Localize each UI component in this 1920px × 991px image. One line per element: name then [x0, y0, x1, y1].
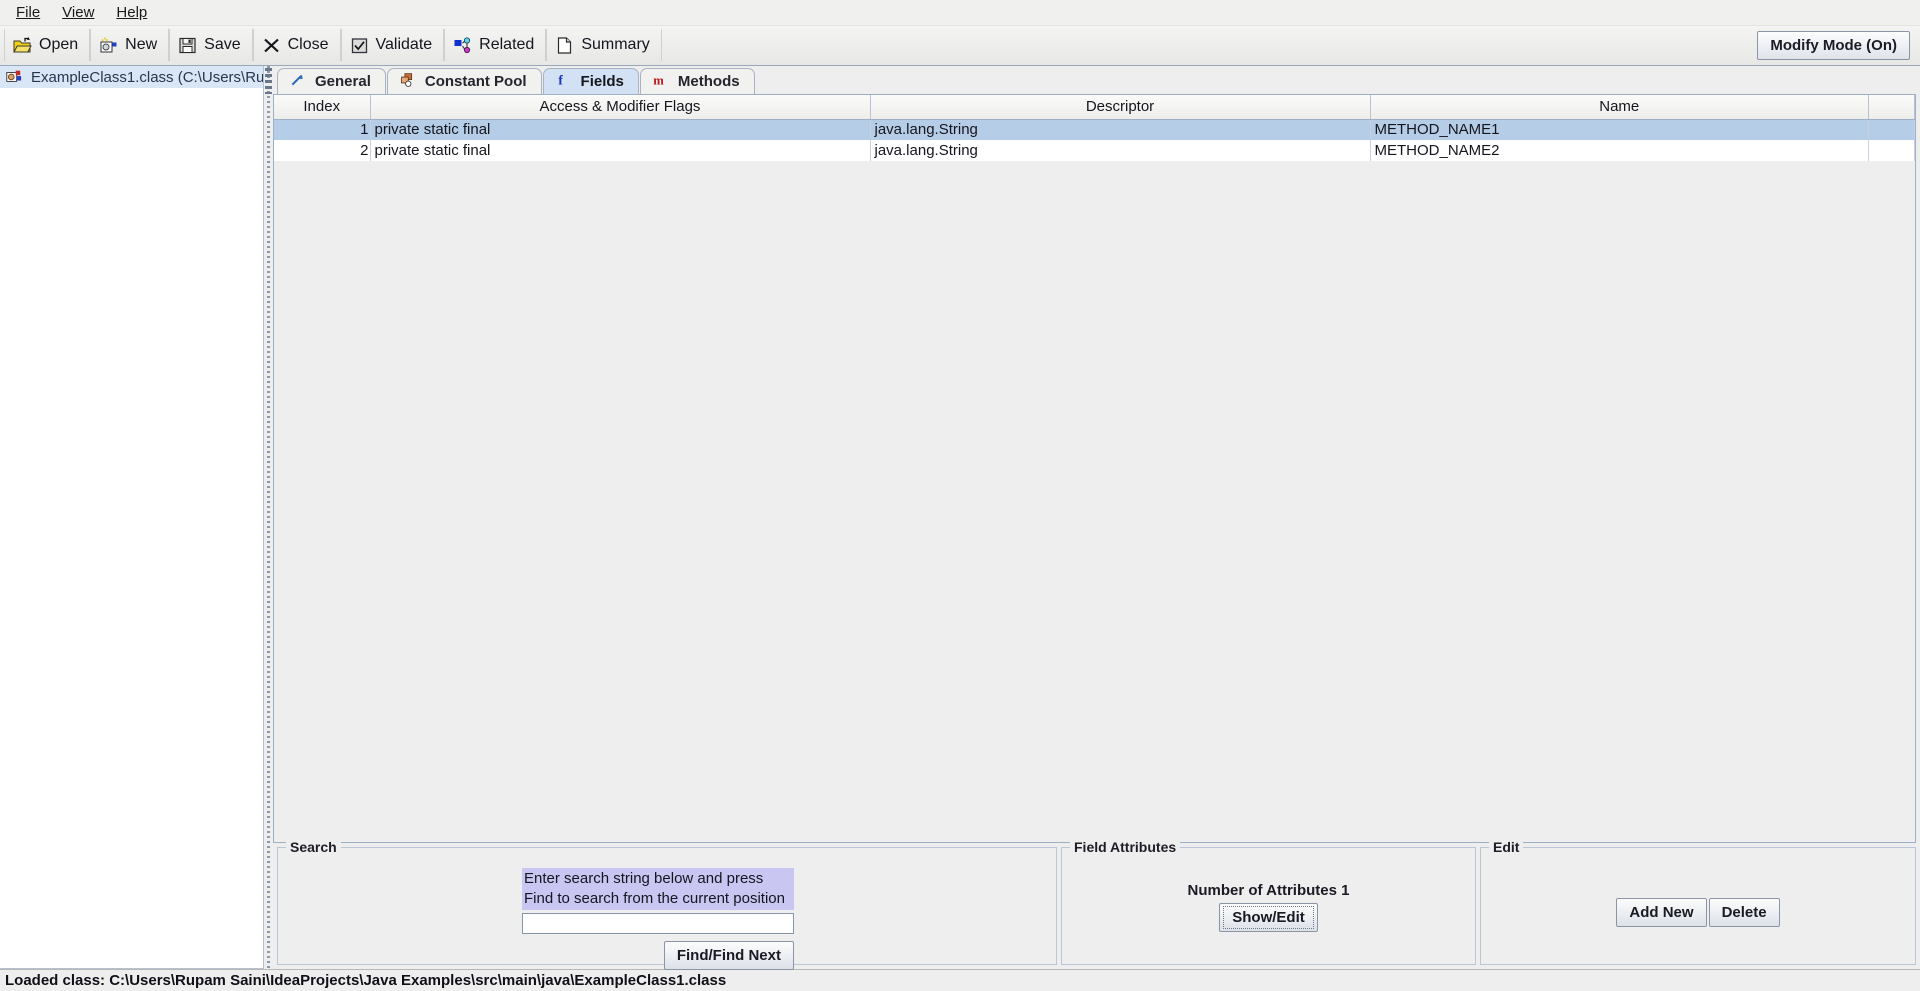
- show-edit-button[interactable]: Show/Edit: [1219, 903, 1318, 932]
- tab-general-label: General: [315, 73, 371, 90]
- tree-item-exampleclass1[interactable]: ExampleClass1.class (C:\Users\Ru: [0, 66, 263, 88]
- cell-name: METHOD_NAME2: [1370, 140, 1869, 161]
- cell-name: METHOD_NAME1: [1370, 119, 1869, 140]
- attributes-count-label: Number of Attributes 1: [1187, 882, 1350, 899]
- cell-pad: [1868, 119, 1915, 140]
- field-attributes-panel-title: Field Attributes: [1070, 839, 1181, 855]
- menu-item-file-label: File: [16, 4, 41, 21]
- arrow-up-right-icon: [289, 72, 308, 91]
- menu-item-file[interactable]: File: [6, 2, 52, 23]
- open-button-label: Open: [39, 36, 79, 53]
- related-button[interactable]: Related: [444, 29, 547, 61]
- open-folder-icon: [13, 36, 32, 55]
- related-button-label: Related: [479, 36, 535, 53]
- menu-item-help-label: Help: [116, 4, 148, 21]
- column-header-name[interactable]: Name: [1370, 95, 1869, 120]
- validate-button[interactable]: Validate: [340, 29, 445, 61]
- menu-item-view-label: View: [62, 4, 95, 21]
- menu-item-help[interactable]: Help: [106, 2, 159, 23]
- add-new-button[interactable]: Add New: [1616, 898, 1707, 927]
- cell-index: 2: [274, 140, 371, 161]
- status-bar: Loaded class: C:\Users\Rupam Saini\IdeaP…: [0, 969, 1920, 991]
- table-header-row: Index Access & Modifier Flags Descriptor…: [274, 95, 1915, 120]
- column-header-flags[interactable]: Access & Modifier Flags: [370, 95, 871, 120]
- tab-fields[interactable]: f Fields: [542, 68, 639, 94]
- svg-text:m: m: [653, 74, 664, 88]
- document-page-icon: [555, 36, 574, 55]
- class-file-icon: [5, 68, 24, 87]
- cell-descriptor: java.lang.String: [870, 140, 1371, 161]
- new-class-icon: [99, 36, 118, 55]
- tree-item-label: ExampleClass1.class (C:\Users\Ru: [31, 68, 264, 86]
- save-button[interactable]: Save: [169, 29, 253, 61]
- main-body: ExampleClass1.class (C:\Users\Ru General…: [0, 66, 1920, 970]
- cell-descriptor: java.lang.String: [870, 119, 1371, 140]
- application-window: File View Help Open New Save Close Valid…: [0, 0, 1920, 991]
- tab-methods[interactable]: m Methods: [639, 68, 755, 94]
- search-input[interactable]: [522, 913, 794, 934]
- column-header-descriptor[interactable]: Descriptor: [870, 95, 1371, 120]
- splitter-dots: [267, 66, 270, 969]
- find-find-next-button[interactable]: Find/Find Next: [663, 941, 794, 970]
- checkbox-check-icon: [350, 36, 369, 55]
- cell-index: 1: [274, 119, 371, 140]
- fields-table: Index Access & Modifier Flags Descriptor…: [274, 95, 1915, 161]
- bottom-panels: Search Enter search string below and pre…: [273, 839, 1916, 970]
- summary-button[interactable]: Summary: [546, 29, 662, 61]
- constant-pool-icon: [399, 72, 418, 91]
- table-row[interactable]: 2 private static final java.lang.String …: [274, 140, 1915, 161]
- close-x-icon: [262, 36, 281, 55]
- search-tooltip: Enter search string below and press Find…: [522, 868, 794, 910]
- delete-button[interactable]: Delete: [1708, 898, 1780, 927]
- close-button-label: Close: [287, 36, 329, 53]
- column-header-pad: [1868, 95, 1915, 120]
- search-panel-content: Enter search string below and press Find…: [278, 858, 1056, 970]
- related-nodes-icon: [453, 36, 472, 55]
- table-empty-area: [274, 161, 1915, 842]
- open-button[interactable]: Open: [4, 29, 91, 61]
- splitter-grip[interactable]: [265, 68, 272, 94]
- tab-methods-label: Methods: [677, 73, 740, 90]
- class-tree-pane: ExampleClass1.class (C:\Users\Ru: [0, 66, 264, 969]
- fields-table-container: Index Access & Modifier Flags Descriptor…: [273, 94, 1916, 843]
- status-bar-text: Loaded class: C:\Users\Rupam Saini\IdeaP…: [5, 972, 727, 989]
- new-button-label: New: [125, 36, 158, 53]
- table-row[interactable]: 1 private static final java.lang.String …: [274, 119, 1915, 140]
- search-panel-title: Search: [286, 839, 341, 855]
- cell-flags: private static final: [370, 140, 871, 161]
- edit-panel-content: Add New Delete: [1481, 858, 1915, 927]
- svg-text:f: f: [558, 73, 563, 88]
- find-button-row: Find/Find Next: [522, 941, 794, 970]
- edit-panel: Edit Add New Delete: [1480, 839, 1916, 965]
- detail-pane: General Constant Pool f Fields m Methods…: [273, 66, 1920, 970]
- summary-button-label: Summary: [581, 36, 650, 53]
- search-panel: Search Enter search string below and pre…: [277, 839, 1057, 970]
- modify-mode-button[interactable]: Modify Mode (On): [1757, 30, 1910, 60]
- close-button[interactable]: Close: [252, 29, 341, 61]
- menu-item-view[interactable]: View: [52, 2, 106, 23]
- field-attributes-content: Number of Attributes 1 Show/Edit: [1062, 858, 1475, 932]
- tab-constant-pool[interactable]: Constant Pool: [386, 68, 542, 94]
- tab-constant-pool-label: Constant Pool: [424, 73, 527, 90]
- tab-fields-label: Fields: [580, 73, 624, 90]
- field-attributes-panel: Field Attributes Number of Attributes 1 …: [1061, 839, 1476, 965]
- save-button-label: Save: [204, 36, 241, 53]
- cell-flags: private static final: [370, 119, 871, 140]
- menu-bar: File View Help: [0, 0, 1920, 26]
- validate-button-label: Validate: [375, 36, 433, 53]
- split-pane-divider[interactable]: [264, 66, 273, 969]
- new-button[interactable]: New: [90, 29, 170, 61]
- column-header-index[interactable]: Index: [274, 95, 371, 120]
- toolbar: Open New Save Close Validate Related Sum…: [0, 26, 1920, 66]
- tab-general[interactable]: General: [277, 68, 386, 94]
- method-m-icon: m: [652, 72, 671, 91]
- edit-panel-title: Edit: [1489, 839, 1524, 855]
- field-f-icon: f: [555, 72, 574, 91]
- floppy-disk-icon: [178, 36, 197, 55]
- tab-strip: General Constant Pool f Fields m Methods: [273, 66, 1916, 94]
- cell-pad: [1868, 140, 1915, 161]
